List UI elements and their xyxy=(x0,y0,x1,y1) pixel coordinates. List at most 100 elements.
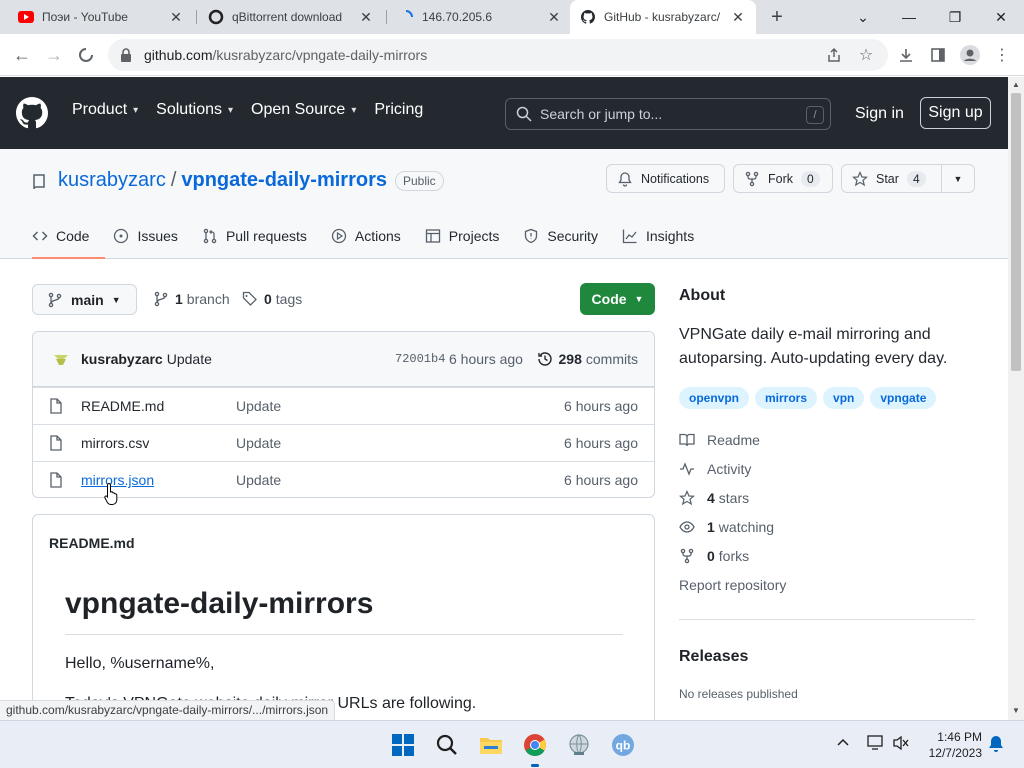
releases-heading[interactable]: Releases xyxy=(679,648,748,666)
tab-ip[interactable]: 146.70.205.6 ✕ xyxy=(388,0,572,34)
file-row[interactable]: mirrors.csv Update 6 hours ago xyxy=(33,424,654,461)
nav-pricing[interactable]: Pricing xyxy=(374,101,423,119)
topic-tag[interactable]: vpn xyxy=(823,387,865,409)
chevron-up-icon[interactable] xyxy=(836,735,850,752)
scroll-down-icon[interactable]: ▼ xyxy=(1011,706,1021,716)
tab-security[interactable]: Security xyxy=(523,225,598,247)
notifications-button[interactable]: Notifications xyxy=(606,164,725,193)
back-icon[interactable]: ← xyxy=(10,43,34,67)
chrome-icon[interactable] xyxy=(519,729,551,767)
tab-youtube[interactable]: Поэи - YouTube ✕ xyxy=(8,0,194,34)
branches-link[interactable]: 1 branch xyxy=(153,291,230,307)
tags-link[interactable]: 0 tags xyxy=(242,291,302,307)
address-bar[interactable]: github.com/kusrabyzarc/vpngate-daily-mir… xyxy=(108,39,888,71)
tab-github[interactable]: GitHub - kusrabyzarc/ ✕ xyxy=(570,0,756,34)
download-icon[interactable] xyxy=(894,43,918,67)
restore-button[interactable]: ❐ xyxy=(932,0,978,34)
tab-pull-requests[interactable]: Pull requests xyxy=(202,225,307,247)
volume-muted-icon[interactable] xyxy=(892,735,910,754)
file-commit-message[interactable]: Update xyxy=(236,435,281,451)
display-icon[interactable] xyxy=(867,735,885,754)
code-dropdown-button[interactable]: Code ▼ xyxy=(580,283,655,315)
activity-link[interactable]: Activity xyxy=(679,461,751,477)
readme-header[interactable]: README.md xyxy=(33,515,654,571)
close-window-button[interactable]: ✕ xyxy=(978,0,1024,34)
side-panel-icon[interactable] xyxy=(926,43,950,67)
tab-projects[interactable]: Projects xyxy=(425,225,499,247)
commit-sha[interactable]: 72001b4 xyxy=(395,352,445,366)
menu-kebab-icon[interactable]: ⋮ xyxy=(990,43,1014,67)
watchers-link[interactable]: 1 watching xyxy=(679,519,774,535)
file-name-link[interactable]: mirrors.csv xyxy=(81,435,236,451)
minimize-button[interactable]: — xyxy=(886,0,932,34)
search-input[interactable]: Search or jump to... / xyxy=(505,98,831,130)
page-scrollbar[interactable]: ▲ ▼ xyxy=(1008,77,1024,720)
sign-in-link[interactable]: Sign in xyxy=(855,105,904,123)
file-row[interactable]: mirrors.json Update 6 hours ago xyxy=(33,461,654,497)
sign-up-button[interactable]: Sign up xyxy=(920,97,991,129)
file-row[interactable]: README.md Update 6 hours ago xyxy=(33,387,654,424)
topic-tag[interactable]: vpngate xyxy=(870,387,937,409)
nav-open-source[interactable]: Open Source ▾ xyxy=(251,101,356,119)
profile-avatar-icon[interactable] xyxy=(958,43,982,67)
nav-label: Open Source xyxy=(251,101,346,118)
tab-actions[interactable]: Actions xyxy=(331,225,401,247)
windows-start-icon[interactable] xyxy=(387,729,419,761)
tab-insights[interactable]: Insights xyxy=(622,225,694,247)
close-icon[interactable]: ✕ xyxy=(168,9,184,25)
qbittorrent-icon xyxy=(208,9,224,25)
stars-link[interactable]: 4 stars xyxy=(679,490,749,506)
close-icon[interactable]: ✕ xyxy=(546,9,562,25)
bookmark-star-icon[interactable]: ☆ xyxy=(854,43,878,67)
notification-bell-icon[interactable] xyxy=(988,735,1004,756)
repo-title: kusrabyzarc / vpngate-daily-mirrors Publ… xyxy=(32,169,444,192)
close-icon[interactable]: ✕ xyxy=(730,9,746,25)
nav-solutions[interactable]: Solutions ▾ xyxy=(156,101,233,119)
tab-code[interactable]: Code xyxy=(32,225,89,247)
share-icon[interactable] xyxy=(822,43,846,67)
star-list-dropdown[interactable]: ▼ xyxy=(941,164,975,193)
scroll-up-icon[interactable]: ▲ xyxy=(1011,80,1021,90)
commit-author[interactable]: kusrabyzarc xyxy=(81,351,163,367)
forward-icon[interactable]: → xyxy=(42,43,66,67)
tag-word: tags xyxy=(275,291,303,307)
new-tab-button[interactable]: + xyxy=(766,6,788,28)
nav-product[interactable]: Product ▾ xyxy=(72,101,138,119)
system-clock[interactable]: 1:46 PM 12/7/2023 xyxy=(920,729,982,761)
close-icon[interactable]: ✕ xyxy=(358,9,374,25)
topic-tag[interactable]: mirrors xyxy=(755,387,818,409)
repo-owner-link[interactable]: kusrabyzarc xyxy=(58,169,166,192)
file-explorer-icon[interactable] xyxy=(475,729,507,761)
commits-link[interactable]: 298 commits xyxy=(537,351,638,367)
file-name-link[interactable]: README.md xyxy=(81,398,236,414)
tab-search-icon[interactable]: ⌄ xyxy=(840,0,886,34)
network-globe-icon[interactable] xyxy=(563,729,595,761)
svg-text:qb: qb xyxy=(616,739,631,753)
avatar[interactable] xyxy=(49,347,73,371)
code-button-label: Code xyxy=(591,291,627,307)
report-repository-link[interactable]: Report repository xyxy=(679,577,786,593)
star-button[interactable]: Star 4 xyxy=(841,164,942,193)
lock-icon[interactable] xyxy=(120,48,134,62)
file-commit-message[interactable]: Update xyxy=(236,472,281,488)
file-commit-message[interactable]: Update xyxy=(236,398,281,414)
github-logo-icon[interactable] xyxy=(16,97,48,129)
branch-selector[interactable]: main ▼ xyxy=(32,284,137,315)
scrollbar-thumb[interactable] xyxy=(1011,93,1021,371)
search-icon[interactable] xyxy=(431,729,463,761)
stop-loading-icon[interactable] xyxy=(74,43,98,67)
activity-label: Activity xyxy=(707,461,752,477)
commit-message[interactable]: Update xyxy=(167,351,212,367)
tab-label: Insights xyxy=(645,228,695,244)
fork-button[interactable]: Fork 0 xyxy=(733,164,833,193)
qbittorrent-icon[interactable]: qb xyxy=(607,729,639,761)
repo-name-link[interactable]: vpngate-daily-mirrors xyxy=(181,169,387,192)
topic-tag[interactable]: openvpn xyxy=(679,387,749,409)
tab-qbittorrent[interactable]: qBittorrent download ✕ xyxy=(198,0,384,34)
chevron-down-icon: ▼ xyxy=(111,294,121,305)
commit-time: 6 hours ago xyxy=(449,351,523,367)
forks-link[interactable]: 0 forks xyxy=(679,548,749,564)
readme-link[interactable]: Readme xyxy=(679,432,760,448)
pull-request-icon xyxy=(203,228,217,244)
tab-issues[interactable]: Issues xyxy=(113,225,178,247)
